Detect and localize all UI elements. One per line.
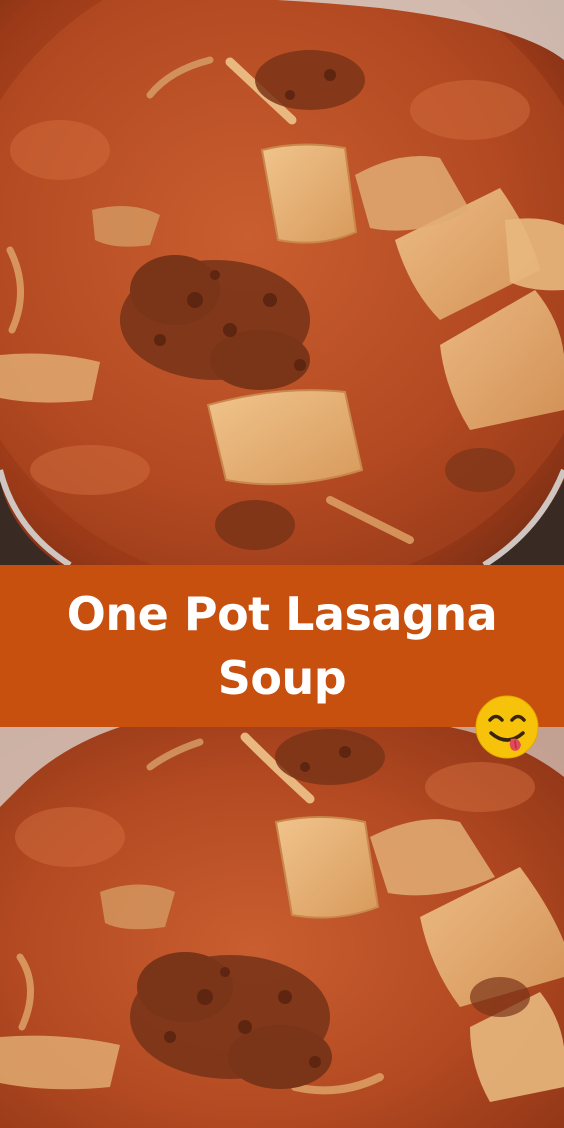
soup-illustration-bottom <box>0 727 564 1128</box>
soup-illustration-top <box>0 0 564 565</box>
face-savoring-food-icon <box>475 695 539 759</box>
title-line-1: One Pot Lasagna <box>66 587 498 641</box>
title-line-2: Soup <box>217 651 347 705</box>
soup-photo-bottom <box>0 727 564 1128</box>
soup-photo-top <box>0 0 564 565</box>
